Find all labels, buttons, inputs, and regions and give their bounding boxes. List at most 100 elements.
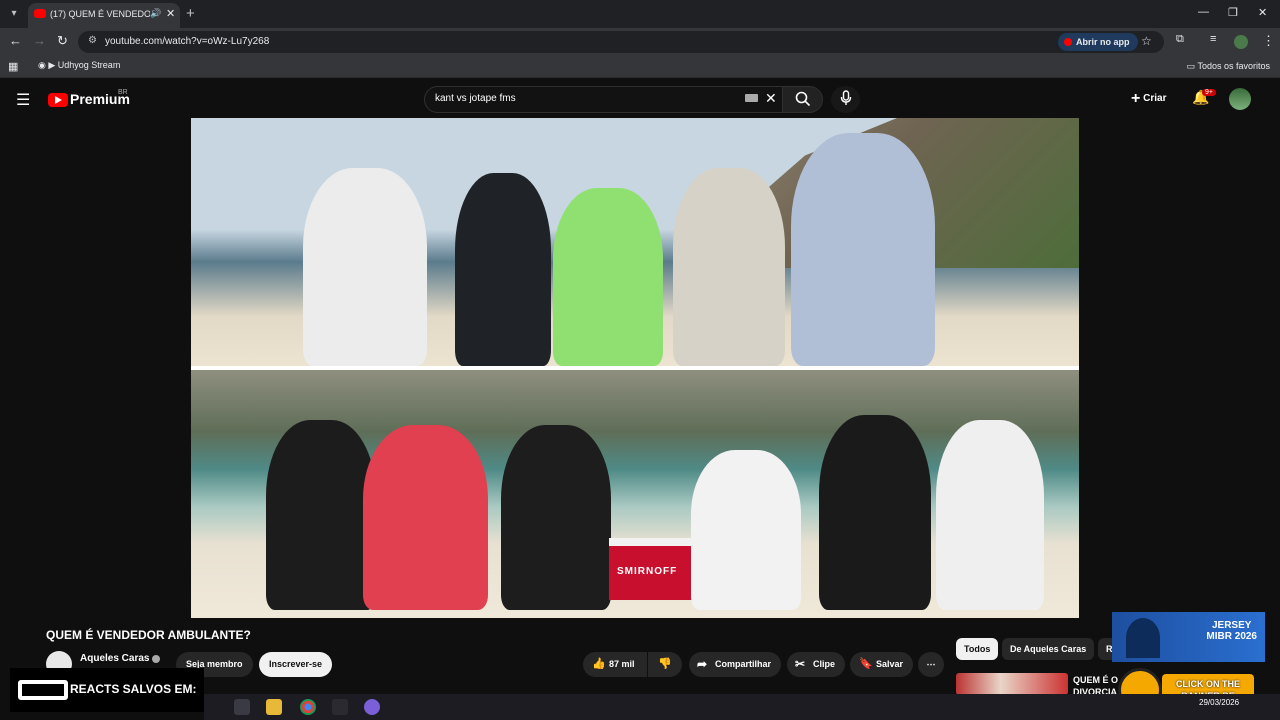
file-explorer-icon[interactable] bbox=[266, 699, 282, 715]
scissors-icon: ✂ bbox=[795, 657, 806, 671]
open-in-app-button[interactable]: Abrir no app bbox=[1058, 33, 1138, 51]
person-shape bbox=[303, 168, 427, 366]
voice-search-button[interactable] bbox=[831, 86, 860, 113]
minimize-icon[interactable]: — bbox=[1198, 6, 1209, 18]
like-button[interactable]: 👍 87 mil bbox=[583, 652, 647, 677]
notification-badge: 9+ bbox=[1202, 89, 1216, 96]
apps-grid-icon[interactable]: ▦ bbox=[8, 60, 18, 73]
omnibox[interactable]: ⚙ youtube.com/watch?v=oWz-Lu7y268 Abrir … bbox=[78, 31, 1164, 53]
tab-title: (17) QUEM É VENDEDOR AMBULANTE? bbox=[50, 9, 150, 19]
ad-banner[interactable]: JERSEY MIBR 2026 bbox=[1112, 612, 1265, 662]
person-shape bbox=[673, 168, 785, 366]
clip-button[interactable]: ✂ Clipe bbox=[787, 652, 846, 677]
share-button[interactable]: ➦ Compartilhar bbox=[689, 652, 782, 677]
profile-avatar[interactable] bbox=[1234, 35, 1248, 49]
overlay-text: REACTS SALVOS EM: bbox=[70, 682, 197, 696]
person-shape bbox=[691, 450, 801, 610]
clock-date[interactable]: 29/03/2026 bbox=[1199, 698, 1239, 708]
share-icon: ➦ bbox=[697, 657, 708, 671]
url-text[interactable]: youtube.com/watch?v=oWz-Lu7y268 bbox=[105, 36, 269, 47]
search-button[interactable] bbox=[782, 86, 823, 113]
video-title: QUEM É VENDEDOR AMBULANTE? bbox=[46, 628, 251, 642]
clip-label: Clipe bbox=[813, 659, 836, 669]
person-shape bbox=[819, 415, 931, 610]
audio-icon[interactable]: 🔊 bbox=[150, 8, 161, 19]
ad-line1: JERSEY bbox=[1211, 620, 1252, 631]
bookmark-label: Udhyog Stream bbox=[57, 60, 121, 70]
ad-line2: MIBR 2026 bbox=[1206, 631, 1257, 642]
app-icon[interactable] bbox=[332, 699, 348, 715]
person-shape bbox=[553, 188, 663, 366]
extensions-icon[interactable]: ⧉ bbox=[1176, 33, 1184, 46]
person-shape bbox=[501, 425, 611, 610]
save-label: Salvar bbox=[876, 659, 904, 669]
bookmark-icon: 🔖 bbox=[859, 658, 873, 670]
site-info-icon[interactable]: ⚙ bbox=[88, 35, 97, 46]
bookmarks-bar: ▦ ◉ ▶ Udhyog Stream ▭ Todos os favoritos bbox=[0, 56, 1280, 78]
person-shape bbox=[266, 420, 376, 610]
new-tab-icon[interactable]: + bbox=[186, 5, 195, 22]
video-frame-bottom: SMIRNOFF bbox=[191, 370, 1079, 618]
all-bookmarks[interactable]: ▭ Todos os favoritos bbox=[1187, 61, 1270, 72]
video-frame-top bbox=[191, 118, 1079, 366]
window-close-icon[interactable]: ✕ bbox=[1258, 6, 1267, 19]
youtube-header: ☰ Premium BR kant vs jotape fms ✕ + Cria… bbox=[0, 80, 1280, 118]
person-shape bbox=[791, 133, 935, 366]
media-control-icon[interactable]: ≡ bbox=[1210, 33, 1216, 45]
back-icon[interactable]: ← bbox=[9, 33, 22, 48]
more-actions-icon[interactable]: ⋯ bbox=[918, 652, 944, 677]
create-button[interactable]: + Criar bbox=[1131, 90, 1166, 108]
search-icon bbox=[795, 91, 810, 107]
plus-icon: + bbox=[1131, 90, 1141, 107]
thumbs-up-icon: 👍 bbox=[592, 658, 606, 670]
youtube-favicon-icon bbox=[34, 9, 46, 18]
address-toolbar: ← → ↻ ⚙ youtube.com/watch?v=oWz-Lu7y268 … bbox=[0, 28, 1280, 56]
menu-icon[interactable]: ☰ bbox=[16, 90, 30, 110]
dislike-button[interactable]: 👎 bbox=[648, 652, 682, 677]
cooler: SMIRNOFF bbox=[609, 538, 697, 600]
tab-search-icon[interactable]: ▾ bbox=[4, 4, 24, 24]
ad-text: JERSEY MIBR 2026 bbox=[1206, 620, 1257, 642]
channel-name[interactable]: Aqueles Caras bbox=[80, 653, 149, 664]
bookmark-udhyog[interactable]: ◉ ▶ Udhyog Stream bbox=[38, 60, 120, 71]
recommendation-thumbnail[interactable] bbox=[956, 673, 1068, 695]
create-label: Criar bbox=[1143, 93, 1167, 104]
country-code: BR bbox=[118, 89, 128, 96]
search-value[interactable]: kant vs jotape fms bbox=[435, 93, 516, 104]
person-shape bbox=[936, 420, 1044, 610]
microphone-icon bbox=[840, 90, 851, 105]
chip-from-channel[interactable]: De Aqueles Caras bbox=[1002, 638, 1095, 660]
search-input[interactable]: kant vs jotape fms ✕ bbox=[424, 86, 786, 113]
verified-icon bbox=[152, 655, 160, 663]
clear-search-icon[interactable]: ✕ bbox=[765, 90, 777, 107]
share-label: Compartilhar bbox=[715, 659, 772, 669]
ad-person-shape bbox=[1126, 618, 1160, 658]
keyboard-icon[interactable] bbox=[745, 94, 758, 102]
youtube-logo-icon[interactable] bbox=[48, 93, 68, 107]
reload-icon[interactable]: ↻ bbox=[57, 33, 68, 49]
restore-icon[interactable]: ❐ bbox=[1228, 6, 1238, 19]
tab-close-icon[interactable]: ✕ bbox=[166, 7, 175, 20]
chrome-icon[interactable] bbox=[300, 699, 316, 715]
bookmark-star-icon[interactable]: ☆ bbox=[1141, 34, 1152, 48]
save-button[interactable]: 🔖 Salvar bbox=[850, 652, 914, 677]
person-shape bbox=[455, 173, 551, 366]
account-avatar[interactable] bbox=[1229, 88, 1251, 110]
forward-icon[interactable]: → bbox=[33, 33, 46, 48]
video-player[interactable]: SMIRNOFF bbox=[191, 118, 1079, 618]
browser-menu-icon[interactable]: ⋮ bbox=[1262, 33, 1275, 49]
task-view-icon[interactable] bbox=[234, 699, 250, 715]
browser-tab-strip: ▾ (17) QUEM É VENDEDOR AMBULANTE? 🔊 ✕ + … bbox=[0, 0, 1280, 28]
like-count: 87 mil bbox=[609, 659, 635, 669]
stream-overlay: REACTS SALVOS EM: bbox=[10, 668, 204, 712]
browser-tab[interactable]: (17) QUEM É VENDEDOR AMBULANTE? 🔊 ✕ bbox=[28, 3, 180, 28]
all-bookmarks-label: Todos os favoritos bbox=[1197, 61, 1270, 71]
person-shape bbox=[363, 425, 488, 610]
os-taskbar bbox=[204, 694, 1280, 720]
subscribe-button[interactable]: Inscrever-se bbox=[259, 652, 333, 677]
cooler-text: SMIRNOFF bbox=[617, 566, 678, 577]
discord-icon[interactable] bbox=[364, 699, 380, 715]
overlay-logo-icon bbox=[18, 680, 68, 700]
thumbs-down-icon: 👎 bbox=[658, 658, 672, 670]
chip-all[interactable]: Todos bbox=[956, 638, 999, 660]
